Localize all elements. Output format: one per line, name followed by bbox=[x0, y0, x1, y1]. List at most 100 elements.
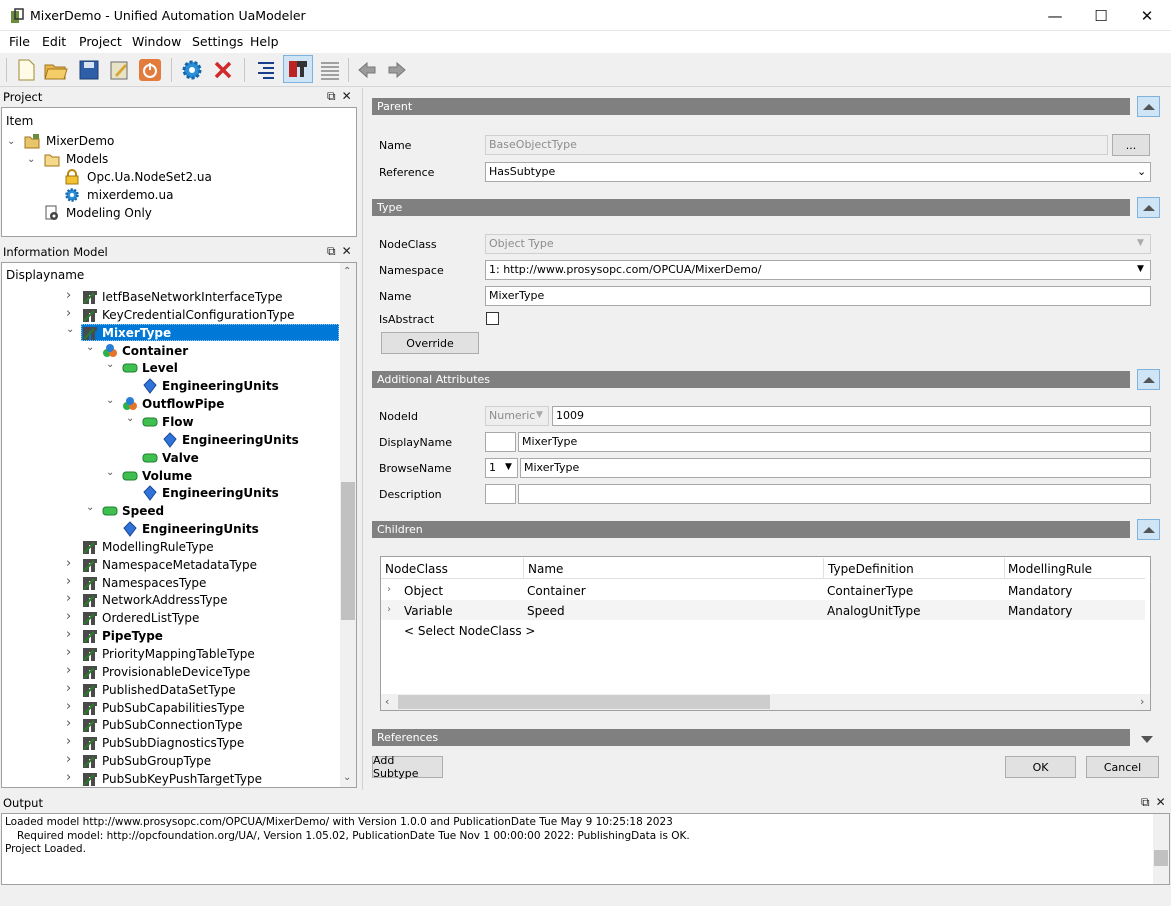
collapse-parent-icon[interactable] bbox=[1137, 96, 1160, 117]
type-view-icon[interactable] bbox=[283, 55, 313, 83]
collapse-attributes-icon[interactable] bbox=[1137, 369, 1160, 390]
edit-properties-icon[interactable] bbox=[106, 57, 132, 83]
table-row-name[interactable]: Container bbox=[527, 584, 586, 598]
column-name[interactable]: Name bbox=[528, 562, 563, 576]
tree-item[interactable]: ProvisionableDeviceType bbox=[102, 663, 250, 681]
scroll-left-icon[interactable]: ‹ bbox=[385, 695, 389, 708]
tree-item[interactable]: PubSubDiagnosticsType bbox=[102, 734, 244, 752]
tree-item[interactable]: PubSubConnectionType bbox=[102, 716, 243, 734]
chevron-down-icon[interactable]: ⌄ bbox=[106, 360, 116, 370]
chevron-right-icon[interactable]: › bbox=[66, 700, 76, 713]
isabstract-checkbox[interactable] bbox=[486, 312, 499, 325]
tree-item[interactable]: NetworkAddressType bbox=[102, 591, 227, 609]
tree-item[interactable]: ModellingRuleType bbox=[102, 538, 214, 556]
tree-item[interactable]: NamespacesType bbox=[102, 574, 206, 592]
tree-item[interactable]: OrderedListType bbox=[102, 609, 199, 627]
expand-references-icon[interactable] bbox=[1140, 733, 1154, 747]
forward-arrow-icon[interactable] bbox=[384, 57, 410, 83]
nodeid-input[interactable]: 1009 bbox=[552, 406, 1151, 426]
tree-item[interactable]: KeyCredentialConfigurationType bbox=[102, 306, 294, 324]
menu-project[interactable]: Project bbox=[79, 34, 122, 49]
chevron-right-icon[interactable]: › bbox=[66, 664, 76, 677]
delete-x-icon[interactable] bbox=[210, 57, 236, 83]
tree-item[interactable]: MixerType bbox=[102, 324, 171, 342]
menu-settings[interactable]: Settings bbox=[192, 34, 243, 49]
menu-edit[interactable]: Edit bbox=[42, 34, 66, 49]
column-typedefinition[interactable]: TypeDefinition bbox=[828, 562, 914, 576]
tree-item[interactable]: Level bbox=[142, 359, 178, 377]
browsename-namespace-select[interactable]: 1 bbox=[485, 458, 518, 478]
chevron-right-icon[interactable]: › bbox=[66, 592, 76, 605]
close-window-button[interactable]: ✕ bbox=[1124, 0, 1170, 31]
description-input[interactable] bbox=[518, 484, 1151, 504]
tree-item[interactable]: NamespaceMetadataType bbox=[102, 556, 257, 574]
chevron-right-icon[interactable]: › bbox=[66, 753, 76, 766]
tree-item[interactable]: PipeType bbox=[102, 627, 163, 645]
chevron-down-icon[interactable]: ⌄ bbox=[106, 467, 116, 478]
project-item-mixerdemo-ua[interactable]: mixerdemo.ua bbox=[87, 186, 173, 204]
override-button[interactable]: Override bbox=[381, 332, 479, 354]
table-row-typedef[interactable]: AnalogUnitType bbox=[827, 604, 920, 618]
chevron-down-icon[interactable]: ⌄ bbox=[126, 413, 136, 424]
table-row-name[interactable]: Speed bbox=[527, 604, 565, 618]
chevron-down-icon[interactable]: ⌄ bbox=[7, 137, 17, 147]
scrollbar-thumb[interactable] bbox=[341, 482, 355, 620]
tree-item[interactable]: PubSubGroupType bbox=[102, 752, 211, 770]
browse-parent-button[interactable]: ... bbox=[1112, 134, 1150, 156]
chevron-right-icon[interactable]: › bbox=[66, 610, 76, 623]
menu-help[interactable]: Help bbox=[250, 34, 279, 49]
scroll-up-icon[interactable]: ⌃ bbox=[343, 266, 351, 277]
browsename-input[interactable]: MixerType bbox=[520, 458, 1151, 478]
new-file-icon[interactable] bbox=[13, 57, 39, 83]
tree-item[interactable]: Volume bbox=[142, 467, 192, 485]
tree-view-icon[interactable] bbox=[253, 57, 279, 83]
tree-item[interactable]: PubSubCapabilitiesType bbox=[102, 699, 245, 717]
chevron-right-icon[interactable]: › bbox=[66, 682, 76, 695]
save-icon[interactable] bbox=[76, 57, 102, 83]
power-icon[interactable] bbox=[137, 57, 163, 83]
table-row-rule[interactable]: Mandatory bbox=[1008, 604, 1072, 618]
menu-window[interactable]: Window bbox=[132, 34, 181, 49]
project-item-models[interactable]: Models bbox=[66, 150, 108, 168]
collapse-type-icon[interactable] bbox=[1137, 197, 1160, 218]
chevron-right-icon[interactable]: › bbox=[66, 646, 76, 659]
minimize-button[interactable]: — bbox=[1032, 0, 1078, 31]
tree-item[interactable]: Flow bbox=[162, 413, 194, 431]
type-name-input[interactable]: MixerType bbox=[485, 286, 1151, 306]
project-item-modeling-only[interactable]: Modeling Only bbox=[66, 204, 152, 222]
displayname-locale-input[interactable] bbox=[485, 432, 516, 452]
tree-item[interactable]: IetfBaseNetworkInterfaceType bbox=[102, 288, 282, 306]
tree-item[interactable]: OutflowPipe bbox=[142, 395, 224, 413]
project-item-nodeset[interactable]: Opc.Ua.NodeSet2.ua bbox=[87, 168, 212, 186]
output-scrollbar[interactable] bbox=[1153, 814, 1169, 884]
chevron-right-icon[interactable]: › bbox=[66, 289, 76, 302]
column-nodeclass[interactable]: NodeClass bbox=[385, 562, 448, 576]
maximize-button[interactable]: ☐ bbox=[1078, 0, 1124, 31]
cancel-button[interactable]: Cancel bbox=[1086, 756, 1159, 778]
description-locale-input[interactable] bbox=[485, 484, 516, 504]
collapse-children-icon[interactable] bbox=[1137, 519, 1160, 540]
table-row-nodeclass[interactable]: Variable bbox=[404, 604, 453, 618]
tree-item[interactable]: EngineeringUnits bbox=[162, 377, 279, 395]
chevron-down-icon[interactable]: ⌄ bbox=[86, 503, 96, 513]
displayname-input[interactable]: MixerType bbox=[518, 432, 1151, 452]
chevron-right-icon[interactable]: › bbox=[66, 628, 76, 641]
tree-item[interactable]: EngineeringUnits bbox=[182, 431, 299, 449]
list-view-icon[interactable] bbox=[317, 57, 343, 83]
output-panel-dock-buttons[interactable]: ⧉✕ bbox=[1141, 795, 1171, 810]
info-panel-dock-buttons[interactable]: ⧉✕ bbox=[327, 244, 358, 259]
ok-button[interactable]: OK bbox=[1005, 756, 1076, 778]
chevron-right-icon[interactable]: › bbox=[387, 584, 391, 595]
reference-select[interactable]: HasSubtype bbox=[485, 162, 1151, 182]
chevron-down-icon[interactable]: ⌄ bbox=[27, 155, 37, 165]
tree-item[interactable]: EngineeringUnits bbox=[162, 484, 279, 502]
scrollbar-thumb[interactable] bbox=[398, 695, 770, 709]
chevron-down-icon[interactable]: ⌄ bbox=[86, 342, 96, 353]
chevron-right-icon[interactable]: › bbox=[66, 771, 76, 784]
scrollbar-thumb[interactable] bbox=[1154, 850, 1168, 866]
open-folder-icon[interactable] bbox=[43, 57, 69, 83]
table-row-nodeclass[interactable]: Object bbox=[404, 584, 443, 598]
add-subtype-button[interactable]: Add Subtype bbox=[372, 754, 443, 780]
chevron-right-icon[interactable]: › bbox=[66, 575, 76, 588]
chevron-right-icon[interactable]: › bbox=[387, 604, 391, 615]
